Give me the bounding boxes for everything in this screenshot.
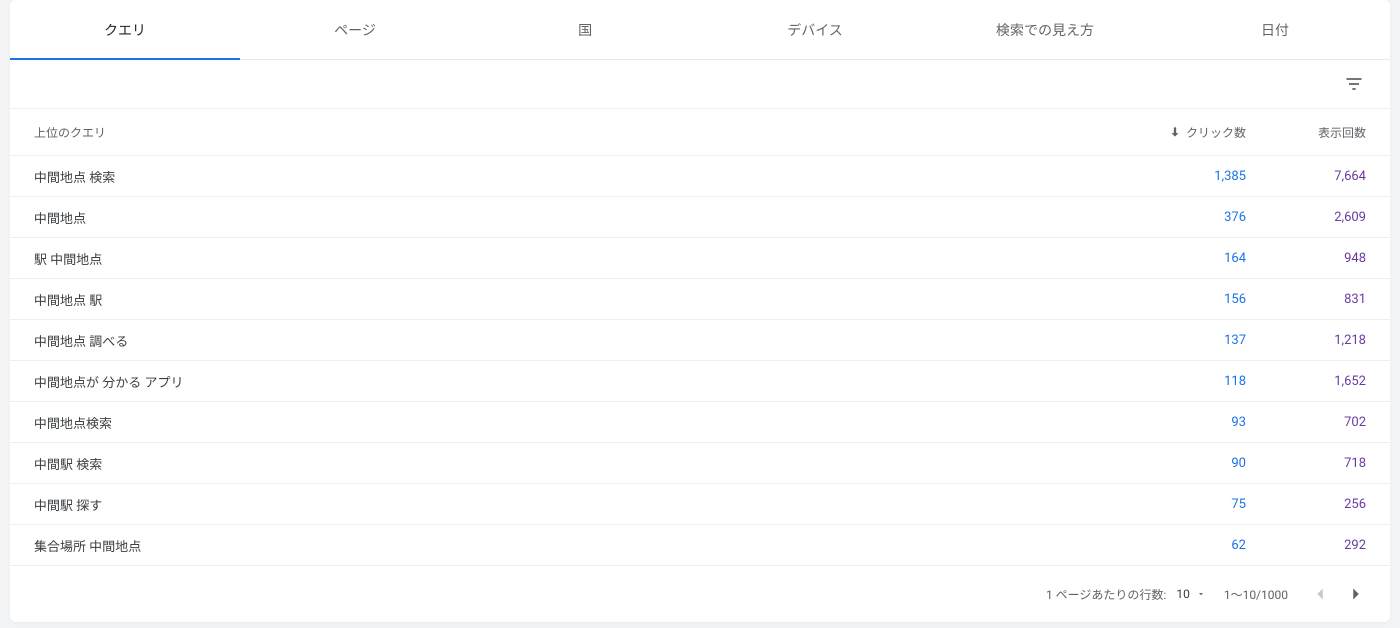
column-header-impressions[interactable]: 表示回数 <box>1246 124 1366 141</box>
column-header-clicks[interactable]: クリック数 <box>1126 124 1246 141</box>
column-header-label: クリック数 <box>1186 124 1246 141</box>
table-body: 中間地点 検索1,3857,664中間地点3762,609駅 中間地点16494… <box>10 156 1390 566</box>
rows-per-page-select[interactable]: 10 <box>1176 587 1206 601</box>
cell-clicks: 164 <box>1126 251 1246 266</box>
cell-clicks: 156 <box>1126 292 1246 307</box>
tab-query[interactable]: クエリ <box>10 0 240 59</box>
cell-query: 中間地点が 分かる アプリ <box>34 372 1126 391</box>
table-row[interactable]: 中間地点が 分かる アプリ1181,652 <box>10 361 1390 402</box>
page-range-text: 1～10/1000 <box>1224 588 1288 602</box>
column-header-query[interactable]: 上位のクエリ <box>34 124 1126 141</box>
cell-impressions: 256 <box>1246 497 1366 512</box>
cell-clicks: 93 <box>1126 415 1246 430</box>
cell-impressions: 292 <box>1246 538 1366 553</box>
table-row[interactable]: 中間地点 駅156831 <box>10 279 1390 320</box>
table-row[interactable]: 中間地点 検索1,3857,664 <box>10 156 1390 197</box>
column-header-label: 上位のクエリ <box>34 126 106 140</box>
query-table-card: クエリ ページ 国 デバイス 検索での見え方 日付 上位のクエリ クリック数 表… <box>10 0 1390 622</box>
cell-clicks: 75 <box>1126 497 1246 512</box>
rows-per-page-value: 10 <box>1176 587 1190 601</box>
tab-date[interactable]: 日付 <box>1160 0 1390 59</box>
rows-per-page-label: 1 ページあたりの行数: <box>1046 586 1166 603</box>
cell-query: 中間地点 <box>34 208 1126 227</box>
cell-clicks: 62 <box>1126 538 1246 553</box>
filter-button[interactable] <box>1342 72 1366 96</box>
tab-label: 国 <box>578 20 592 40</box>
tab-country[interactable]: 国 <box>470 0 700 59</box>
rows-per-page: 1 ページあたりの行数: 10 <box>1046 586 1206 603</box>
chevron-left-icon <box>1309 583 1331 605</box>
table-row[interactable]: 中間駅 検索90718 <box>10 443 1390 484</box>
page-range: 1～10/1000 <box>1224 586 1288 603</box>
cell-clicks: 137 <box>1126 333 1246 348</box>
tab-label: クエリ <box>104 20 146 40</box>
cell-clicks: 90 <box>1126 456 1246 471</box>
tab-label: デバイス <box>787 20 843 40</box>
cell-query: 中間駅 検索 <box>34 454 1126 473</box>
table-row[interactable]: 集合場所 中間地点62292 <box>10 525 1390 566</box>
table-row[interactable]: 中間地点検索93702 <box>10 402 1390 443</box>
cell-impressions: 2,609 <box>1246 210 1366 225</box>
pagination-nav <box>1306 580 1370 608</box>
tab-device[interactable]: デバイス <box>700 0 930 59</box>
cell-query: 中間地点 調べる <box>34 331 1126 350</box>
tab-label: ページ <box>334 20 376 40</box>
cell-query: 中間地点 検索 <box>34 167 1126 186</box>
cell-clicks: 118 <box>1126 374 1246 389</box>
cell-query: 中間地点 駅 <box>34 290 1126 309</box>
table-toolbar <box>10 60 1390 108</box>
cell-query: 駅 中間地点 <box>34 249 1126 268</box>
column-header-label: 表示回数 <box>1318 126 1366 140</box>
filter-icon <box>1344 74 1364 94</box>
table-row[interactable]: 中間地点 調べる1371,218 <box>10 320 1390 361</box>
tab-bar: クエリ ページ 国 デバイス 検索での見え方 日付 <box>10 0 1390 60</box>
table-row[interactable]: 駅 中間地点164948 <box>10 238 1390 279</box>
chevron-right-icon <box>1345 583 1367 605</box>
cell-query: 中間地点検索 <box>34 413 1126 432</box>
cell-clicks: 376 <box>1126 210 1246 225</box>
cell-impressions: 1,218 <box>1246 333 1366 348</box>
tab-page[interactable]: ページ <box>240 0 470 59</box>
cell-impressions: 948 <box>1246 251 1366 266</box>
next-page-button[interactable] <box>1342 580 1370 608</box>
cell-impressions: 702 <box>1246 415 1366 430</box>
sort-desc-icon <box>1168 125 1182 139</box>
table-footer: 1 ページあたりの行数: 10 1～10/1000 <box>10 566 1390 622</box>
cell-impressions: 831 <box>1246 292 1366 307</box>
cell-query: 中間駅 探す <box>34 495 1126 514</box>
table-header-row: 上位のクエリ クリック数 表示回数 <box>10 108 1390 156</box>
tab-search-appearance[interactable]: 検索での見え方 <box>930 0 1160 59</box>
table-row[interactable]: 中間地点3762,609 <box>10 197 1390 238</box>
dropdown-icon <box>1196 589 1206 599</box>
cell-impressions: 718 <box>1246 456 1366 471</box>
cell-impressions: 7,664 <box>1246 169 1366 184</box>
cell-clicks: 1,385 <box>1126 169 1246 184</box>
tab-label: 検索での見え方 <box>996 20 1094 40</box>
tab-label: 日付 <box>1261 20 1289 40</box>
table-row[interactable]: 中間駅 探す75256 <box>10 484 1390 525</box>
cell-impressions: 1,652 <box>1246 374 1366 389</box>
cell-query: 集合場所 中間地点 <box>34 536 1126 555</box>
prev-page-button[interactable] <box>1306 580 1334 608</box>
